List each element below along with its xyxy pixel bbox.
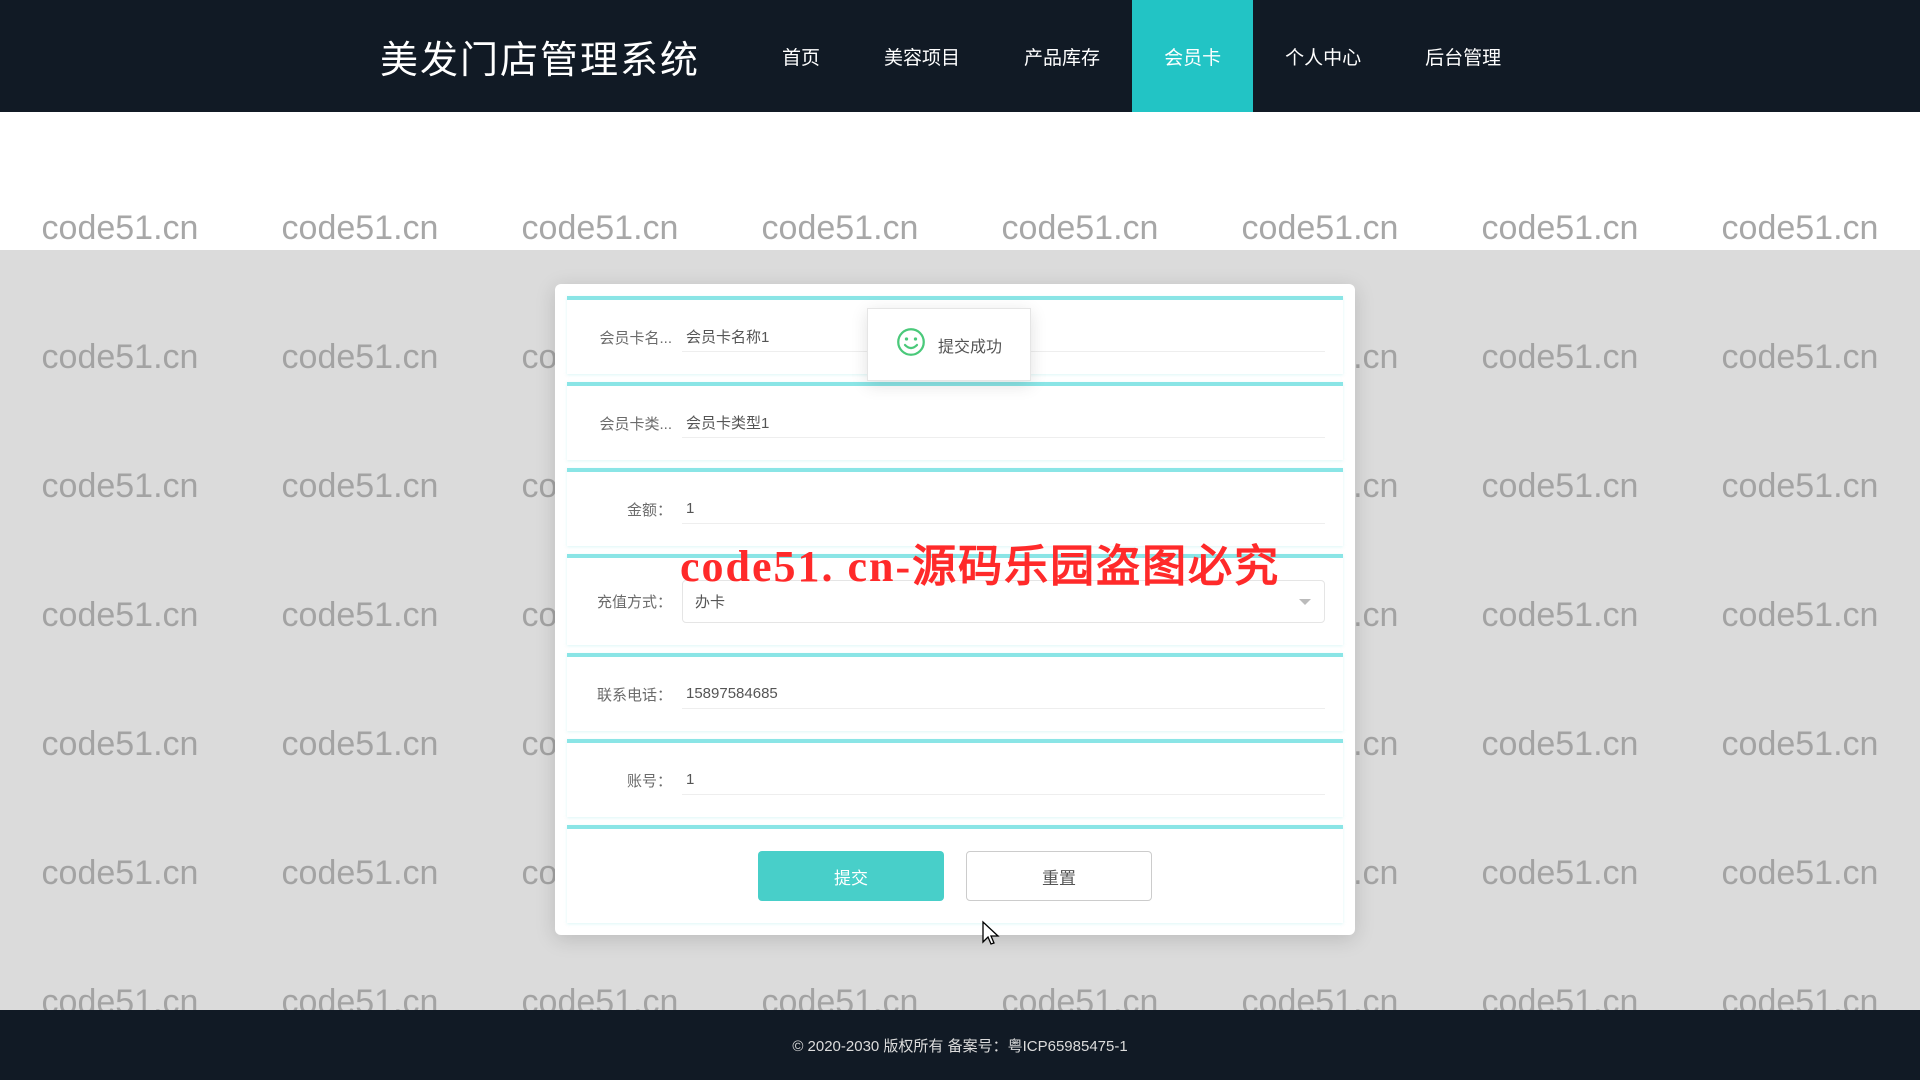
toast-success: 提交成功 bbox=[867, 308, 1031, 381]
row-account: 账号： bbox=[567, 739, 1343, 817]
row-amount: 金额： bbox=[567, 468, 1343, 546]
top-header: 美发门店管理系统 首页 美容项目 产品库存 会员卡 个人中心 后台管理 bbox=[0, 0, 1920, 112]
label-account: 账号： bbox=[577, 770, 672, 791]
main-nav: 首页 美容项目 产品库存 会员卡 个人中心 后台管理 bbox=[750, 0, 1533, 112]
submit-button[interactable]: 提交 bbox=[758, 851, 944, 901]
smile-success-icon bbox=[896, 327, 926, 362]
nav-member-card[interactable]: 会员卡 bbox=[1132, 0, 1253, 112]
row-phone: 联系电话： bbox=[567, 653, 1343, 731]
nav-home[interactable]: 首页 bbox=[750, 0, 852, 112]
row-recharge-method: 充值方式： 办卡 bbox=[567, 554, 1343, 645]
row-card-type: 会员卡类... bbox=[567, 382, 1343, 460]
reset-button[interactable]: 重置 bbox=[966, 851, 1152, 901]
label-card-type: 会员卡类... bbox=[577, 413, 672, 434]
site-logo: 美发门店管理系统 bbox=[380, 29, 700, 84]
form-actions: 提交 重置 bbox=[567, 825, 1343, 923]
input-amount[interactable] bbox=[682, 494, 1325, 524]
input-phone[interactable] bbox=[682, 679, 1325, 709]
toast-text: 提交成功 bbox=[938, 333, 1002, 357]
input-card-type[interactable] bbox=[682, 408, 1325, 438]
page-footer: © 2020-2030 版权所有 备案号：粤ICP65985475-1 bbox=[0, 1010, 1920, 1080]
nav-personal-center[interactable]: 个人中心 bbox=[1253, 0, 1393, 112]
input-account[interactable] bbox=[682, 765, 1325, 795]
nav-admin[interactable]: 后台管理 bbox=[1393, 0, 1533, 112]
label-card-name: 会员卡名... bbox=[577, 327, 672, 348]
label-amount: 金额： bbox=[577, 499, 672, 520]
nav-beauty-projects[interactable]: 美容项目 bbox=[852, 0, 992, 112]
member-card-form: 会员卡名... 会员卡类... 金额： 充值方式： 办卡 联系电话： 账号： 提… bbox=[555, 284, 1355, 935]
hero-stripe bbox=[0, 112, 1920, 250]
footer-text: © 2020-2030 版权所有 备案号：粤ICP65985475-1 bbox=[792, 1035, 1127, 1056]
label-recharge-method: 充值方式： bbox=[577, 591, 672, 612]
nav-inventory[interactable]: 产品库存 bbox=[992, 0, 1132, 112]
select-recharge-method[interactable]: 办卡 bbox=[682, 580, 1325, 623]
label-phone: 联系电话： bbox=[577, 684, 672, 705]
